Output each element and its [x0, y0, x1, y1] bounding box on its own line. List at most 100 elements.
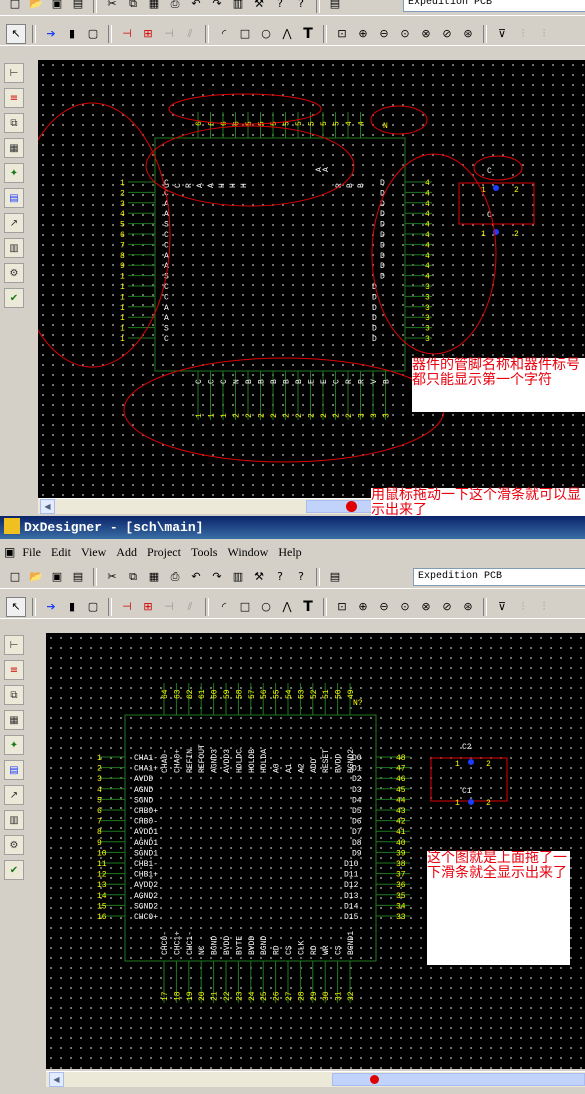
add-pin-icon[interactable]: ➔	[42, 598, 60, 616]
top-flow-combo[interactable]: Expedition PCB	[403, 0, 585, 12]
menu-window[interactable]: Window	[222, 545, 273, 560]
add-pin-icon[interactable]: ➔	[42, 25, 60, 43]
verify-icon[interactable]: ✔	[4, 860, 24, 880]
tools-icon[interactable]: ⚒	[250, 0, 268, 13]
view-next-icon[interactable]: ⊛	[459, 598, 477, 616]
menu-project[interactable]: Project	[142, 545, 186, 560]
distribute-icon[interactable]: ⫶	[535, 25, 553, 43]
help-icon[interactable]: ?	[271, 0, 289, 13]
flow-icon[interactable]: ▤	[326, 568, 344, 586]
flow-icon[interactable]: ▤	[326, 0, 344, 13]
spreadsheet-icon[interactable]: ▦	[4, 710, 24, 730]
view-previous-icon[interactable]: ⊘	[438, 25, 456, 43]
save-icon[interactable]: ▣	[48, 0, 66, 13]
view-next-icon[interactable]: ⊛	[459, 25, 477, 43]
bus-entry-icon[interactable]: ⫽	[181, 598, 199, 616]
bus-entry-icon[interactable]: ⫽	[181, 25, 199, 43]
save-all-icon[interactable]: ▤	[69, 568, 87, 586]
zoom-out-icon[interactable]: ⊖	[375, 598, 393, 616]
print-icon[interactable]: ⎙	[166, 0, 184, 13]
properties-icon[interactable]: ▥	[229, 0, 247, 13]
zoom-area-icon[interactable]: ⊙	[396, 598, 414, 616]
scroll-left-arrow[interactable]: ◀	[49, 1072, 64, 1087]
pan-icon[interactable]: ⊗	[417, 25, 435, 43]
add-component-icon[interactable]: ▮	[63, 25, 81, 43]
menu-help[interactable]: Help	[273, 545, 306, 560]
save-icon[interactable]: ▣	[48, 568, 66, 586]
cut-icon[interactable]: ✂	[103, 0, 121, 13]
save-all-icon[interactable]: ▤	[69, 0, 87, 13]
redo-icon[interactable]: ↷	[208, 0, 226, 13]
text-icon[interactable]: T	[299, 598, 317, 616]
add-block-icon[interactable]: ▢	[84, 598, 102, 616]
bus-ripper-icon[interactable]: ⊣	[160, 25, 178, 43]
open-folder-icon[interactable]: 📂	[27, 0, 45, 13]
menu-file[interactable]: File	[17, 545, 46, 560]
add-net-icon[interactable]: ⊣	[118, 25, 136, 43]
polyline-icon[interactable]: ⋀	[278, 598, 296, 616]
menu-view[interactable]: View	[76, 545, 111, 560]
project-tree-icon[interactable]: ⊢	[4, 63, 24, 83]
open-folder-icon[interactable]: 📂	[27, 568, 45, 586]
zoom-area-icon[interactable]: ⊙	[396, 25, 414, 43]
context-help-icon[interactable]: ?	[292, 0, 310, 13]
zoom-in-icon[interactable]: ⊕	[354, 25, 372, 43]
navigator-icon[interactable]: ✦	[4, 735, 24, 755]
help-icon[interactable]: ?	[271, 568, 289, 586]
symbol-icon[interactable]: ≡	[4, 660, 24, 680]
verify-icon[interactable]: ✔	[4, 288, 24, 308]
select-arrow-icon[interactable]: ↖	[6, 23, 26, 44]
text-icon[interactable]: T	[299, 25, 317, 43]
rectangle-icon[interactable]: □	[236, 598, 254, 616]
table-icon[interactable]: ▥	[4, 238, 24, 258]
add-net-icon[interactable]: ⊣	[118, 598, 136, 616]
arrow-tool-icon[interactable]: ↗	[4, 785, 24, 805]
undo-icon[interactable]: ↶	[187, 568, 205, 586]
menu-tools[interactable]: Tools	[186, 545, 223, 560]
properties-panel-icon[interactable]: ⚙	[4, 835, 24, 855]
print-icon[interactable]: ⎙	[166, 568, 184, 586]
hierarchy-icon[interactable]: ⧉	[4, 113, 24, 133]
add-bus-icon[interactable]: ⊞	[139, 598, 157, 616]
context-help-icon[interactable]: ?	[292, 568, 310, 586]
scroll-left-arrow[interactable]: ◀	[40, 499, 55, 514]
circle-icon[interactable]: ○	[257, 25, 275, 43]
align-icon[interactable]: ⫶	[514, 598, 532, 616]
zoom-fit-icon[interactable]: ⊡	[333, 598, 351, 616]
redo-icon[interactable]: ↷	[208, 568, 226, 586]
horizontal-scrollbar[interactable]: ◀	[46, 1071, 585, 1087]
spreadsheet-icon[interactable]: ▦	[4, 138, 24, 158]
hierarchy-icon[interactable]: ⧉	[4, 685, 24, 705]
view-previous-icon[interactable]: ⊘	[438, 598, 456, 616]
project-tree-icon[interactable]: ⊢	[4, 635, 24, 655]
add-bus-icon[interactable]: ⊞	[139, 25, 157, 43]
cut-icon[interactable]: ✂	[103, 568, 121, 586]
arrow-tool-icon[interactable]: ↗	[4, 213, 24, 233]
paste-icon[interactable]: ▦	[145, 0, 163, 13]
top-schematic-canvas[interactable]: 666655555555441C2C3A4A5S6C7C8A9A1S1C1C1A…	[38, 60, 585, 498]
zoom-fit-icon[interactable]: ⊡	[333, 25, 351, 43]
top-horizontal-scrollbar[interactable]: ◀	[38, 498, 373, 514]
distribute-icon[interactable]: ⫶	[535, 598, 553, 616]
table-icon[interactable]: ▥	[4, 810, 24, 830]
tools-icon[interactable]: ⚒	[250, 568, 268, 586]
zoom-in-icon[interactable]: ⊕	[354, 598, 372, 616]
properties-panel-icon[interactable]: ⚙	[4, 263, 24, 283]
properties-icon[interactable]: ▥	[229, 568, 247, 586]
menu-edit[interactable]: Edit	[46, 545, 76, 560]
filter-icon[interactable]: ⊽	[493, 25, 511, 43]
filter-icon[interactable]: ⊽	[493, 598, 511, 616]
select-arrow-icon[interactable]: ↖	[6, 596, 26, 617]
new-file-icon[interactable]: □	[6, 568, 24, 586]
pan-icon[interactable]: ⊗	[417, 598, 435, 616]
circle-icon[interactable]: ○	[257, 598, 275, 616]
copy-icon[interactable]: ⧉	[124, 568, 142, 586]
add-component-icon[interactable]: ▮	[63, 598, 81, 616]
bus-ripper-icon[interactable]: ⊣	[160, 598, 178, 616]
copy-icon[interactable]: ⧉	[124, 0, 142, 13]
new-file-icon[interactable]: □	[6, 0, 24, 13]
undo-icon[interactable]: ↶	[187, 0, 205, 13]
add-block-icon[interactable]: ▢	[84, 25, 102, 43]
symbol-icon[interactable]: ≡	[4, 88, 24, 108]
paste-icon[interactable]: ▦	[145, 568, 163, 586]
